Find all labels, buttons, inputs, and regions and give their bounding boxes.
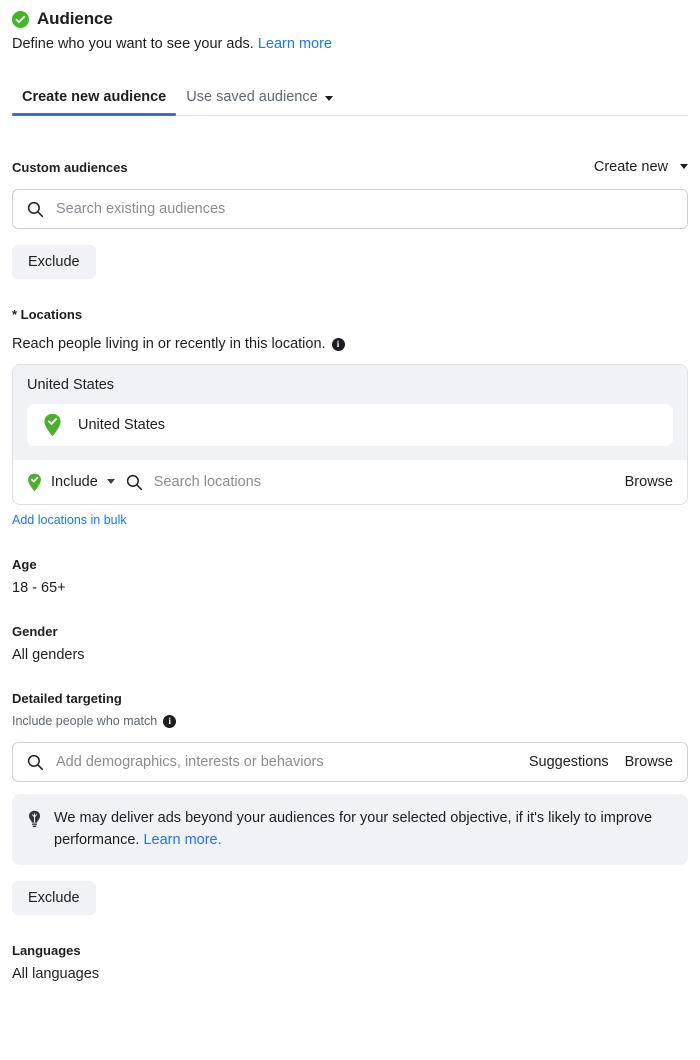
age-value: 18 - 65+ [12, 580, 66, 596]
locations-search-row: Include Search locations Browse [13, 460, 687, 504]
detailed-targeting-tip-body: We may deliver ads beyond your audiences… [54, 807, 672, 851]
tab-create-new-audience[interactable]: Create new audience [12, 89, 177, 116]
info-icon[interactable]: i [163, 714, 177, 728]
locations-card: United States United States Include Sear… [12, 364, 688, 505]
detailed-targeting-suggestions-button[interactable]: Suggestions [529, 754, 609, 770]
audience-panel: Audience Define who you want to see your… [0, 0, 700, 1060]
locations-include-label: Include [51, 474, 98, 490]
gender-label: Gender [12, 624, 58, 639]
lightbulb-icon [28, 810, 41, 828]
locations-description-text: Reach people living in or recently in th… [12, 336, 326, 352]
audience-tabs: Create new audience Use saved audience [12, 79, 688, 116]
tip-learn-more-link[interactable]: Learn more. [143, 832, 221, 848]
add-locations-in-bulk-link[interactable]: Add locations in bulk [12, 513, 127, 527]
locations-label: * Locations [12, 307, 83, 322]
gender-value: All genders [12, 647, 85, 663]
create-new-audience-dropdown[interactable]: Create new [594, 159, 688, 175]
tab-use-saved-audience[interactable]: Use saved audience [176, 89, 342, 115]
chevron-down-icon [106, 479, 115, 484]
page-title: Audience [37, 9, 113, 28]
locations-selected-group: United States United States [13, 365, 687, 460]
detailed-targeting-sublabel-text: Include people who match [12, 714, 158, 728]
search-icon [27, 754, 44, 770]
detailed-targeting-search-placeholder: Add demographics, interests or behaviors [56, 754, 324, 770]
locations-include-dropdown[interactable]: Include [27, 473, 115, 492]
locations-browse-button[interactable]: Browse [625, 474, 673, 490]
check-circle-icon [12, 10, 29, 28]
detailed-targeting-exclude-button[interactable]: Exclude [12, 881, 96, 915]
audience-subtitle: Define who you want to see your ads. Lea… [12, 35, 688, 54]
map-pin-check-icon [44, 413, 61, 437]
custom-audiences-exclude-button[interactable]: Exclude [12, 245, 96, 279]
detailed-targeting-search-field[interactable]: Add demographics, interests or behaviors… [12, 742, 688, 782]
location-chip-label: United States [78, 417, 166, 433]
languages-label: Languages [12, 943, 81, 958]
detailed-targeting-sublabel: Include people who match i [12, 714, 688, 728]
map-pin-check-icon [28, 473, 41, 491]
detailed-targeting-label: Detailed targeting [12, 691, 122, 706]
create-new-label: Create new [593, 159, 668, 175]
detailed-targeting-browse-button[interactable]: Browse [625, 754, 673, 770]
locations-description: Reach people living in or recently in th… [12, 336, 688, 352]
audience-header: Audience Define who you want to see your… [12, 0, 688, 54]
search-icon [27, 201, 44, 217]
subtitle-text: Define who you want to see your ads. [12, 36, 254, 52]
search-icon [126, 474, 142, 490]
custom-audiences-label: Custom audiences [12, 159, 128, 175]
info-icon[interactable]: i [331, 337, 345, 351]
chevron-down-icon [324, 96, 333, 101]
tab-use-saved-audience-label: Use saved audience [186, 89, 318, 105]
custom-audiences-search-placeholder: Search existing audiences [56, 201, 226, 217]
custom-audiences-header: Custom audiences Create new [12, 159, 688, 175]
age-label: Age [12, 557, 37, 572]
chevron-down-icon [680, 164, 688, 169]
tab-create-new-audience-label: Create new audience [22, 89, 167, 105]
header-learn-more-link[interactable]: Learn more [258, 36, 332, 52]
location-chip[interactable]: United States [27, 404, 673, 446]
locations-search-placeholder[interactable]: Search locations [154, 474, 614, 490]
detailed-targeting-tip: We may deliver ads beyond your audiences… [12, 794, 688, 865]
locations-country-header: United States [27, 377, 115, 393]
custom-audiences-search-field[interactable]: Search existing audiences [12, 189, 688, 229]
languages-value: All languages [12, 966, 100, 982]
